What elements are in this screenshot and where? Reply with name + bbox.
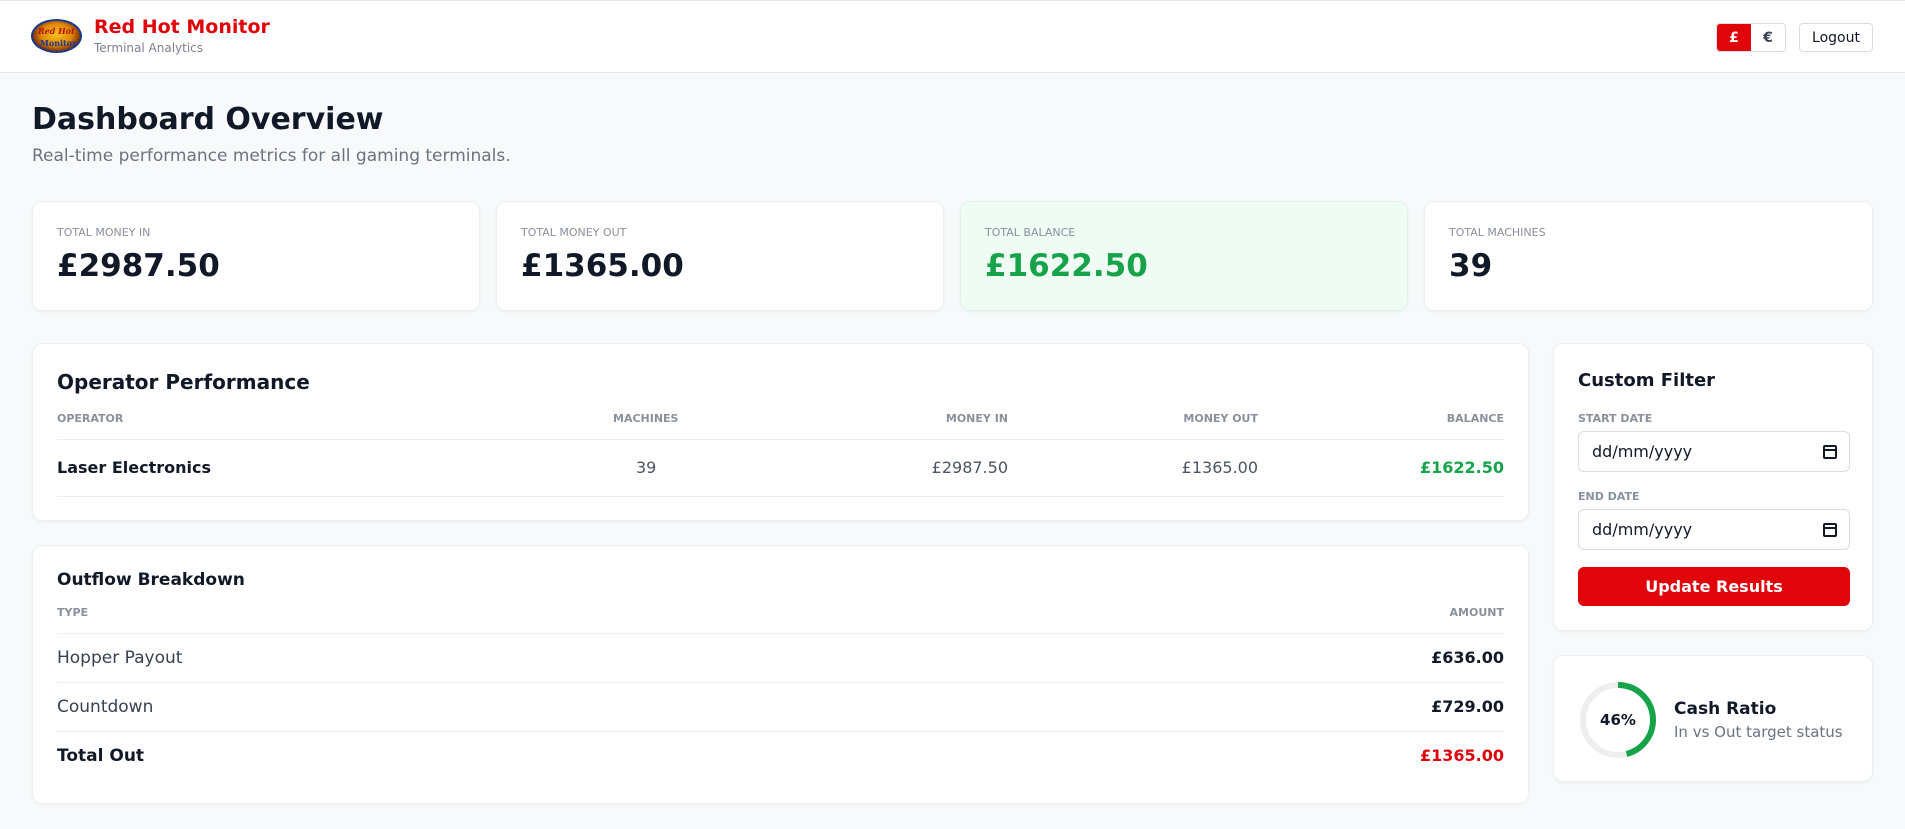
total-amount: £1365.00 [1419, 746, 1504, 765]
end-date-label: End Date [1578, 490, 1640, 503]
stat-card-balance: Total Balance £1622.50 [960, 201, 1408, 311]
outflow-type: Countdown [57, 697, 154, 717]
stat-value: £1622.50 [985, 248, 1148, 284]
divider [57, 439, 1504, 440]
column-header-machines: Machines [613, 412, 679, 425]
total-row: Total Out £1365.00 [57, 732, 1504, 781]
section-title: Custom Filter [1578, 370, 1716, 391]
stat-card-money-in: Total Money In £2987.50 [32, 201, 480, 311]
update-results-button[interactable]: Update Results [1578, 567, 1850, 606]
outflow-amount: £636.00 [1431, 648, 1504, 667]
stat-value: 39 [1449, 248, 1493, 284]
stat-card-money-out: Total Money Out £1365.00 [496, 201, 944, 311]
list-item: Hopper Payout £636.00 [57, 634, 1504, 683]
column-header-money-out: Money Out [1183, 412, 1258, 425]
stat-label: Total Machines [1449, 226, 1546, 239]
cash-ratio-percent: 46% [1600, 711, 1636, 729]
page-title: Dashboard Overview [32, 102, 384, 137]
cell-money-in: £2987.50 [931, 458, 1008, 477]
logo-text-bottom: Monitor [40, 38, 77, 48]
currency-eur-button[interactable]: € [1751, 24, 1785, 51]
top-bar: Red Hot Monitor Red Hot Monitor Terminal… [0, 0, 1905, 73]
start-date-label: Start Date [1578, 412, 1653, 425]
cash-ratio-panel: 46% Cash Ratio In vs Out target status [1553, 655, 1873, 782]
total-label: Total Out [57, 746, 145, 766]
list-item: Countdown £729.00 [57, 683, 1504, 732]
cell-operator: Laser Electronics [57, 458, 211, 477]
cash-ratio-title: Cash Ratio [1674, 699, 1777, 719]
cell-balance: £1622.50 [1419, 458, 1504, 477]
calendar-icon[interactable] [1823, 445, 1837, 459]
end-date-value: dd/mm/yyyy [1592, 520, 1693, 539]
column-header-money-in: Money In [945, 412, 1008, 425]
outflow-type: Hopper Payout [57, 648, 183, 668]
section-title: Operator Performance [57, 370, 310, 394]
operator-performance-panel: Operator Performance Operator Machines M… [32, 343, 1529, 521]
custom-filter-panel: Custom Filter Start Date dd/mm/yyyy End … [1553, 343, 1873, 631]
stat-label: Total Balance [985, 226, 1076, 239]
logout-button[interactable]: Logout [1799, 23, 1873, 52]
currency-toggle: £ € [1716, 23, 1786, 52]
outflow-breakdown-panel: Outflow Breakdown Type Amount Hopper Pay… [32, 545, 1529, 804]
currency-gbp-button[interactable]: £ [1717, 24, 1751, 51]
page-subtitle: Real-time performance metrics for all ga… [32, 146, 511, 166]
section-title: Outflow Breakdown [57, 570, 245, 590]
cell-money-out: £1365.00 [1181, 458, 1258, 477]
logo-text-top: Red Hot [38, 26, 75, 36]
stat-value: £2987.50 [57, 248, 220, 284]
stat-label: Total Money In [57, 226, 151, 239]
divider [57, 496, 1504, 497]
column-header-balance: Balance [1446, 412, 1504, 425]
end-date-input[interactable]: dd/mm/yyyy [1578, 509, 1850, 550]
app-title: Red Hot Monitor [94, 16, 270, 38]
start-date-input[interactable]: dd/mm/yyyy [1578, 431, 1850, 472]
outflow-amount: £729.00 [1431, 697, 1504, 716]
stat-card-machines: Total Machines 39 [1424, 201, 1873, 311]
column-header-operator: Operator [57, 412, 124, 425]
column-header-amount: Amount [1449, 606, 1504, 619]
calendar-icon[interactable] [1823, 523, 1837, 537]
cell-machines: 39 [636, 458, 657, 477]
column-header-type: Type [57, 606, 89, 619]
app-subtitle: Terminal Analytics [94, 41, 204, 55]
cash-ratio-subtitle: In vs Out target status [1674, 723, 1843, 741]
brand-logo[interactable]: Red Hot Monitor [31, 19, 82, 53]
stat-label: Total Money Out [521, 226, 627, 239]
stat-value: £1365.00 [521, 248, 684, 284]
start-date-value: dd/mm/yyyy [1592, 442, 1693, 461]
